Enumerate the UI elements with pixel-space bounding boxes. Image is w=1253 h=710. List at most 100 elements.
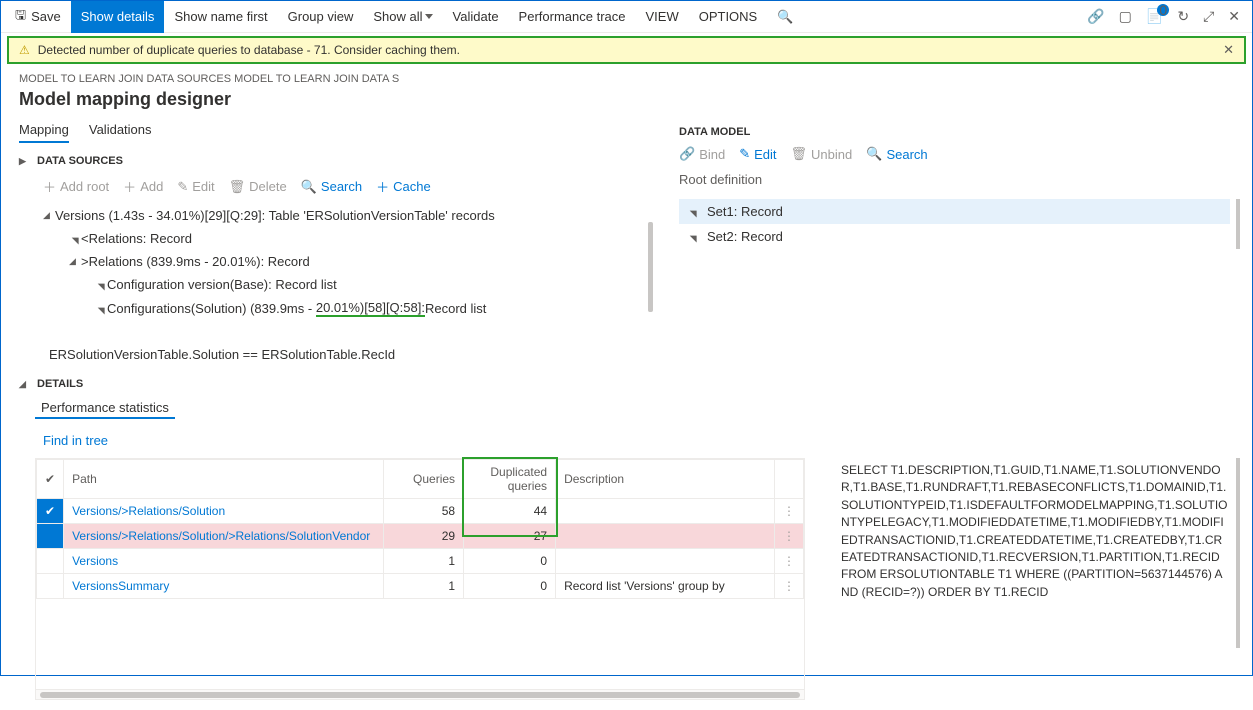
row3-path[interactable]: VersionsSummary <box>72 579 169 593</box>
dm-search-button[interactable]: 🔍 Search <box>866 146 927 162</box>
edit-button[interactable]: ✎ Edit <box>177 177 214 196</box>
tree-node-versions[interactable]: ◢Versions (1.43s - 34.01%)[29][Q:29]: Ta… <box>43 204 647 227</box>
show-details-label: Show details <box>81 9 155 24</box>
popout-icon[interactable]: ⤢ <box>1203 8 1214 25</box>
col-path-label: Path <box>72 472 97 486</box>
table-row[interactable]: VersionsSummary 1 0 Record list 'Version… <box>37 574 804 599</box>
document-icon[interactable]: 📄0 <box>1146 8 1163 25</box>
warning-bar: ⚠ Detected number of duplicate queries t… <box>7 36 1246 64</box>
search-button[interactable]: 🔍 Search <box>301 177 362 196</box>
row-menu-icon[interactable]: ⋮ <box>775 524 804 549</box>
dm-item-set2[interactable]: ◢Set2: Record <box>679 224 1230 249</box>
options-button[interactable]: OPTIONS <box>689 1 768 33</box>
window-controls: 🔗 ▢ 📄0 ↻ ⤢ ✕ <box>1087 8 1248 25</box>
tree-config-base-label: Configuration version(Base): Record list <box>107 277 337 292</box>
show-name-first-button[interactable]: Show name first <box>164 1 277 33</box>
root-definition: Root definition <box>673 172 1240 193</box>
show-details-button[interactable]: Show details <box>71 1 165 33</box>
add-root-button[interactable]: ＋ Add root <box>43 177 109 196</box>
view-button[interactable]: VIEW <box>635 1 688 33</box>
data-model-header: DATA MODEL <box>673 118 1240 146</box>
data-model-tree: ◢Set1: Record ◢Set2: Record <box>679 199 1240 249</box>
details-label: DETAILS <box>37 378 83 390</box>
warning-icon: ⚠ <box>19 43 30 57</box>
tab-validations[interactable]: Validations <box>89 118 152 143</box>
row3-queries: 1 <box>384 574 464 599</box>
sql-text: SELECT T1.DESCRIPTION,T1.GUID,T1.NAME,T1… <box>841 463 1228 599</box>
dm-edit-button[interactable]: ✎ Edit <box>739 146 776 162</box>
warning-close-button[interactable]: ✕ <box>1223 42 1234 58</box>
performance-table: ✔ Path Queries Duplicated queries Descri… <box>35 458 805 700</box>
col-duplicated[interactable]: Duplicated queries <box>464 460 556 499</box>
show-all-button[interactable]: Show all <box>363 1 442 33</box>
tree-rel-out-label: >Relations (839.9ms - 20.01%): Record <box>81 254 310 269</box>
caret-down-icon: ◢ <box>43 210 55 221</box>
caret-down-icon: ◢ <box>19 379 29 390</box>
breadcrumb: MODEL TO LEARN JOIN DATA SOURCES MODEL T… <box>1 67 1252 87</box>
delete-label: Delete <box>249 179 287 194</box>
performance-trace-button[interactable]: Performance trace <box>509 1 636 33</box>
find-label: Find in tree <box>43 433 108 448</box>
table-row[interactable]: ✔ Versions/>Relations/Solution 58 44 ⋮ <box>37 499 804 524</box>
tab-mapping[interactable]: Mapping <box>19 118 69 143</box>
chevron-down-icon <box>425 14 433 19</box>
data-sources-label: DATA SOURCES <box>37 155 123 167</box>
warning-text: Detected number of duplicate queries to … <box>38 43 460 57</box>
link-icon[interactable]: 🔗 <box>1087 8 1104 25</box>
validate-button[interactable]: Validate <box>443 1 509 33</box>
caret-right-icon: ◢ <box>70 233 81 245</box>
cache-button[interactable]: ＋ Cache <box>376 177 431 196</box>
tree-versions-label: Versions (1.43s - 34.01%)[29][Q:29]: Tab… <box>55 208 495 223</box>
table-row[interactable]: Versions 1 0 ⋮ <box>37 549 804 574</box>
tree-scrollbar[interactable] <box>648 222 653 312</box>
details-header[interactable]: ◢ DETAILS <box>13 370 1240 396</box>
tree-node-rel-in[interactable]: ◢<Relations: Record <box>43 227 647 250</box>
data-sources-header[interactable]: ▶DATA SOURCES <box>13 147 653 173</box>
refresh-icon[interactable]: ↻ <box>1177 8 1189 25</box>
col-queries[interactable]: Queries <box>384 460 464 499</box>
row1-desc <box>556 524 775 549</box>
bind-button[interactable]: 🔗 Bind <box>679 146 725 162</box>
performance-statistics-tab[interactable]: Performance statistics <box>35 396 175 419</box>
table-scrollbar[interactable] <box>36 689 804 699</box>
tree-config-sol-underline: 20.01%)[58][Q:58]: <box>316 300 425 317</box>
col-description[interactable]: Description <box>556 460 775 499</box>
row-menu-icon[interactable]: ⋮ <box>775 574 804 599</box>
tree-node-config-sol[interactable]: ◢Configurations(Solution) (839.9ms - 20.… <box>43 296 647 321</box>
expression-text: ERSolutionVersionTable.Solution == ERSol… <box>13 329 653 370</box>
row0-path[interactable]: Versions/>Relations/Solution <box>72 504 225 518</box>
close-icon[interactable]: ✕ <box>1228 8 1240 25</box>
row2-path[interactable]: Versions <box>72 554 118 568</box>
delete-button[interactable]: 🗑 Delete <box>229 177 287 196</box>
dm-item-set1[interactable]: ◢Set1: Record <box>679 199 1230 224</box>
row-menu-icon[interactable]: ⋮ <box>775 549 804 574</box>
unbind-label: Unbind <box>811 147 852 162</box>
row-menu-icon[interactable]: ⋮ <box>775 499 804 524</box>
perf-stats-label: Performance statistics <box>41 400 169 415</box>
row1-path[interactable]: Versions/>Relations/Solution/>Relations/… <box>72 529 370 543</box>
tree-node-config-base[interactable]: ◢Configuration version(Base): Record lis… <box>43 273 647 296</box>
add-button[interactable]: ＋ Add <box>123 177 163 196</box>
tree-node-rel-out[interactable]: ◢>Relations (839.9ms - 20.01%): Record <box>43 250 647 273</box>
breadcrumb-text: MODEL TO LEARN JOIN DATA SOURCES MODEL T… <box>19 73 399 85</box>
data-model-label: DATA MODEL <box>679 126 750 138</box>
col-queries-label: Queries <box>413 472 455 486</box>
search-toolbar-button[interactable]: 🔍 <box>767 1 803 33</box>
badge-count: 0 <box>1157 4 1169 16</box>
check-all[interactable]: ✔ <box>45 472 55 486</box>
tabs: Mapping Validations <box>13 118 653 147</box>
tree-config-sol-post: Record list <box>425 301 486 316</box>
add-label: Add <box>140 179 163 194</box>
find-in-tree-link[interactable]: Find in tree <box>13 419 1240 458</box>
tab-mapping-label: Mapping <box>19 122 69 137</box>
toolbar: 🖫Save Show details Show name first Group… <box>1 1 1252 33</box>
table-row[interactable]: Versions/>Relations/Solution/>Relations/… <box>37 524 804 549</box>
col-path[interactable]: Path <box>64 460 384 499</box>
options-label: OPTIONS <box>699 9 758 24</box>
group-view-button[interactable]: Group view <box>278 1 364 33</box>
tab-validations-label: Validations <box>89 122 152 137</box>
unbind-button[interactable]: 🗑 Unbind <box>791 146 853 162</box>
office-icon[interactable]: ▢ <box>1119 8 1132 25</box>
dm-edit-label: Edit <box>754 147 776 162</box>
save-button[interactable]: 🖫Save <box>5 1 71 33</box>
